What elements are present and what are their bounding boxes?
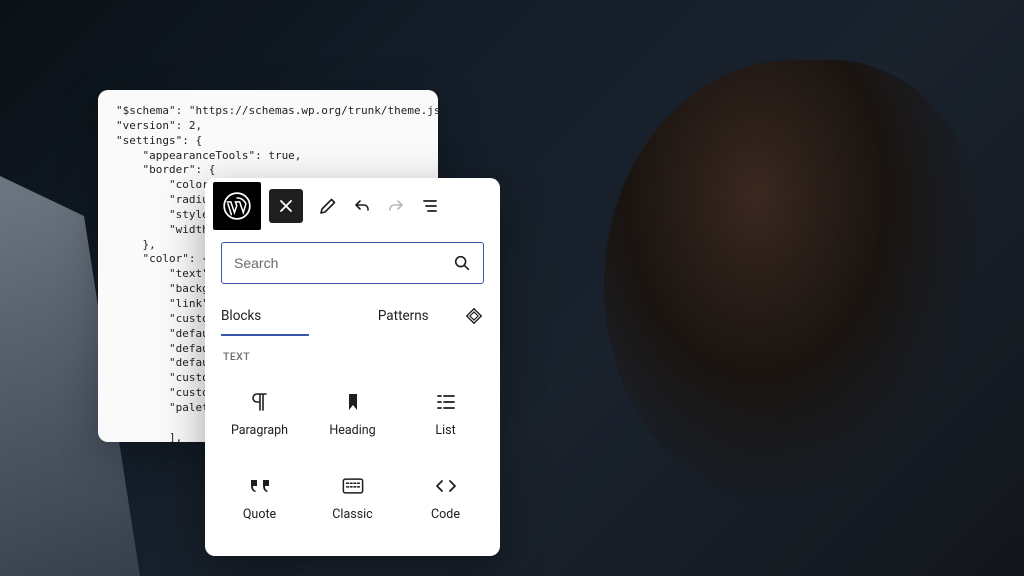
block-label: List	[435, 423, 455, 438]
section-header-text: TEXT	[205, 336, 500, 369]
wordpress-logo-button[interactable]	[213, 182, 261, 230]
block-grid: Paragraph Heading List Quote Classic	[205, 369, 500, 547]
editor-toolbar	[205, 178, 500, 234]
classic-icon	[342, 475, 364, 497]
search-input[interactable]	[234, 255, 453, 271]
block-classic[interactable]: Classic	[306, 459, 399, 537]
block-label: Code	[431, 507, 460, 522]
tab-active-indicator	[221, 334, 309, 337]
search-box[interactable]	[221, 242, 484, 284]
block-inserter-panel: Blocks Patterns TEXT Paragraph Heading	[205, 178, 500, 556]
quote-icon	[249, 475, 271, 497]
close-inserter-button[interactable]	[269, 189, 303, 223]
block-paragraph[interactable]: Paragraph	[213, 375, 306, 453]
list-view-icon	[421, 197, 439, 215]
reusable-icon	[464, 306, 484, 326]
list-icon	[435, 391, 457, 413]
redo-icon	[386, 196, 406, 216]
tab-blocks[interactable]: Blocks	[221, 296, 343, 336]
block-label: Heading	[329, 423, 375, 438]
block-label: Quote	[243, 507, 276, 522]
tab-reusable[interactable]	[464, 306, 484, 326]
pencil-icon	[319, 197, 337, 215]
edit-tool-button[interactable]	[313, 191, 343, 221]
block-label: Paragraph	[231, 423, 288, 438]
block-label: Classic	[332, 507, 372, 522]
redo-button[interactable]	[381, 191, 411, 221]
block-heading[interactable]: Heading	[306, 375, 399, 453]
heading-icon	[342, 391, 364, 413]
paragraph-icon	[249, 391, 271, 413]
undo-icon	[352, 196, 372, 216]
search-icon	[453, 254, 471, 272]
block-quote[interactable]: Quote	[213, 459, 306, 537]
block-code[interactable]: Code	[399, 459, 492, 537]
code-icon	[435, 475, 457, 497]
document-overview-button[interactable]	[415, 191, 445, 221]
inserter-tabs: Blocks Patterns	[205, 296, 500, 336]
search-wrap	[205, 234, 500, 296]
undo-button[interactable]	[347, 191, 377, 221]
tab-patterns[interactable]: Patterns	[343, 296, 465, 336]
block-list[interactable]: List	[399, 375, 492, 453]
close-icon	[278, 198, 294, 214]
wordpress-icon	[223, 192, 251, 220]
